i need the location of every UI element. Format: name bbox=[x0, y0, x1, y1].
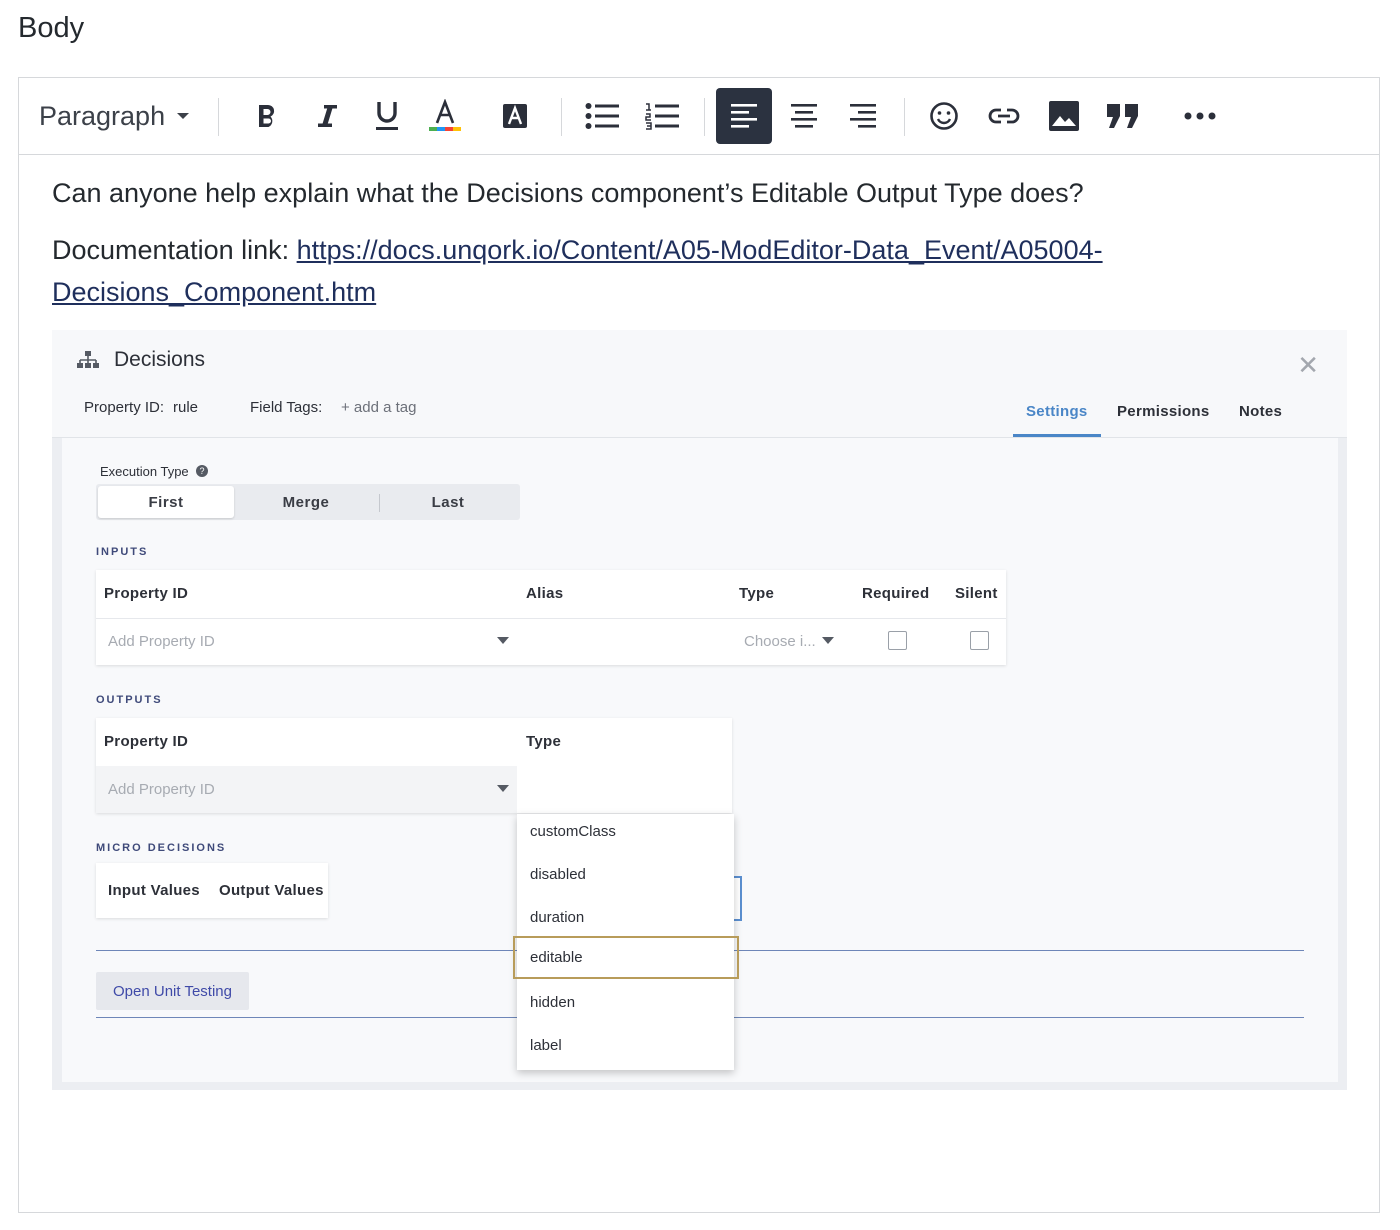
editor-toolbar: Paragraph bbox=[19, 78, 1379, 155]
toolbar-divider bbox=[904, 98, 905, 136]
property-id-value: rule bbox=[173, 399, 199, 416]
highlight-icon bbox=[502, 103, 528, 129]
execution-last-option[interactable]: Last bbox=[380, 486, 516, 518]
open-unit-testing-button[interactable]: Open Unit Testing bbox=[96, 972, 249, 1010]
hierarchy-icon bbox=[77, 351, 99, 374]
type-option-label[interactable]: label bbox=[517, 1024, 734, 1067]
bold-button[interactable] bbox=[239, 88, 295, 144]
micro-decisions-tabs: Input Values Output Values bbox=[96, 863, 328, 918]
inputs-col-property-id: Property ID bbox=[104, 585, 189, 602]
tab-permissions[interactable]: Permissions bbox=[1117, 403, 1210, 420]
bullet-list-icon bbox=[585, 102, 619, 130]
type-option-editable[interactable]: editable bbox=[513, 936, 739, 979]
tab-settings[interactable]: Settings bbox=[1026, 403, 1088, 420]
highlight-button[interactable] bbox=[487, 88, 543, 144]
type-option-duration[interactable]: duration bbox=[517, 896, 734, 939]
more-button[interactable] bbox=[1172, 88, 1228, 144]
doc-prefix: Documentation link: bbox=[52, 235, 297, 265]
embedded-screenshot: Decisions ✕ Property ID: rule Field Tags… bbox=[52, 330, 1347, 1090]
inputs-section-title: INPUTS bbox=[96, 546, 149, 558]
execution-type-toggle: First Merge Last bbox=[96, 484, 520, 520]
component-title: Decisions bbox=[114, 348, 206, 371]
dropdown-caret-icon[interactable] bbox=[497, 785, 509, 792]
dropdown-caret-icon[interactable] bbox=[497, 637, 509, 644]
property-id-label: Property ID: bbox=[84, 399, 165, 416]
tab-notes[interactable]: Notes bbox=[1239, 403, 1282, 420]
field-label: Body bbox=[18, 12, 85, 44]
underline-button[interactable] bbox=[359, 88, 415, 144]
documentation-paragraph: Documentation link: https://docs.unqork.… bbox=[52, 229, 1352, 313]
align-center-button[interactable] bbox=[776, 88, 832, 144]
numbered-list-icon bbox=[645, 102, 679, 130]
underline-icon bbox=[374, 100, 400, 132]
inputs-col-required: Required bbox=[862, 585, 930, 602]
align-right-icon bbox=[850, 103, 876, 129]
quote-icon bbox=[1106, 103, 1140, 129]
rich-text-editor[interactable]: Paragraph Can anyone help explain what t… bbox=[18, 77, 1380, 1213]
documentation-link-part2: Decisions_Component.htm bbox=[52, 277, 377, 307]
text-color-button[interactable] bbox=[417, 88, 473, 144]
text-color-icon bbox=[428, 99, 462, 133]
align-right-button[interactable] bbox=[835, 88, 891, 144]
execution-first-option[interactable]: First bbox=[98, 486, 234, 518]
silent-checkbox[interactable] bbox=[970, 631, 989, 650]
bullet-list-button[interactable] bbox=[574, 88, 630, 144]
emoji-icon bbox=[929, 101, 959, 131]
toolbar-divider bbox=[704, 98, 705, 136]
outputs-section-title: OUTPUTS bbox=[96, 694, 163, 706]
italic-icon bbox=[315, 102, 339, 130]
active-tab-indicator bbox=[1013, 434, 1101, 437]
micro-decisions-section-title: MICRO DECISIONS bbox=[96, 842, 227, 854]
toolbar-divider bbox=[218, 98, 219, 136]
emoji-button[interactable] bbox=[916, 88, 972, 144]
input-values-tab[interactable]: Input Values bbox=[108, 882, 200, 899]
image-button[interactable] bbox=[1036, 88, 1092, 144]
image-icon bbox=[1049, 101, 1079, 131]
outputs-table: Property ID Type Add Property ID bbox=[96, 718, 732, 813]
caret-down-icon bbox=[177, 113, 190, 119]
type-options-menu: customClass disabled duration editable h… bbox=[513, 814, 739, 1070]
paragraph-format-label: Paragraph bbox=[39, 100, 166, 131]
quote-button[interactable] bbox=[1095, 88, 1151, 144]
row-divider bbox=[96, 618, 1006, 619]
add-tag-link[interactable]: + add a tag bbox=[341, 399, 416, 416]
inputs-property-id-select[interactable]: Add Property ID bbox=[108, 633, 215, 650]
type-option-hidden[interactable]: hidden bbox=[517, 981, 734, 1024]
align-left-button[interactable] bbox=[716, 88, 772, 144]
more-icon bbox=[1184, 112, 1216, 120]
align-left-icon bbox=[731, 103, 757, 129]
editor-content[interactable]: Can anyone help explain what the Decisio… bbox=[52, 172, 1352, 328]
execution-type-label: Execution Type bbox=[100, 464, 189, 479]
dropdown-caret-icon[interactable] bbox=[822, 637, 834, 644]
link-button[interactable] bbox=[976, 88, 1032, 144]
align-center-icon bbox=[791, 103, 817, 129]
inputs-col-type: Type bbox=[739, 585, 775, 602]
numbered-list-button[interactable] bbox=[634, 88, 690, 144]
link-icon bbox=[988, 106, 1020, 126]
inputs-table: Property ID Alias Type Required Silent A… bbox=[96, 570, 1006, 665]
field-tags-label: Field Tags: bbox=[250, 399, 323, 416]
type-option-customclass[interactable]: customClass bbox=[517, 810, 734, 853]
inputs-col-alias: Alias bbox=[526, 585, 564, 602]
decisions-header: Decisions ✕ Property ID: rule Field Tags… bbox=[52, 330, 1347, 438]
output-values-tab[interactable]: Output Values bbox=[219, 882, 324, 899]
paragraph-format-dropdown[interactable]: Paragraph bbox=[39, 88, 219, 144]
required-checkbox[interactable] bbox=[888, 631, 907, 650]
toolbar-divider bbox=[561, 98, 562, 136]
documentation-link-part1: https://docs.unqork.io/Content/A05-ModEd… bbox=[296, 235, 1103, 265]
bold-icon bbox=[255, 102, 279, 130]
inputs-col-silent: Silent bbox=[955, 585, 998, 602]
italic-button[interactable] bbox=[299, 88, 355, 144]
help-icon: ? bbox=[196, 465, 208, 477]
execution-merge-option[interactable]: Merge bbox=[236, 486, 376, 518]
close-icon[interactable]: ✕ bbox=[1297, 350, 1319, 381]
type-option-disabled[interactable]: disabled bbox=[517, 853, 734, 896]
outputs-property-id-select[interactable]: Add Property ID bbox=[108, 781, 215, 798]
outputs-col-property-id: Property ID bbox=[104, 733, 189, 750]
inputs-type-select[interactable]: Choose i... bbox=[744, 633, 816, 650]
outputs-col-type: Type bbox=[526, 733, 562, 750]
question-text: Can anyone help explain what the Decisio… bbox=[52, 178, 1084, 208]
